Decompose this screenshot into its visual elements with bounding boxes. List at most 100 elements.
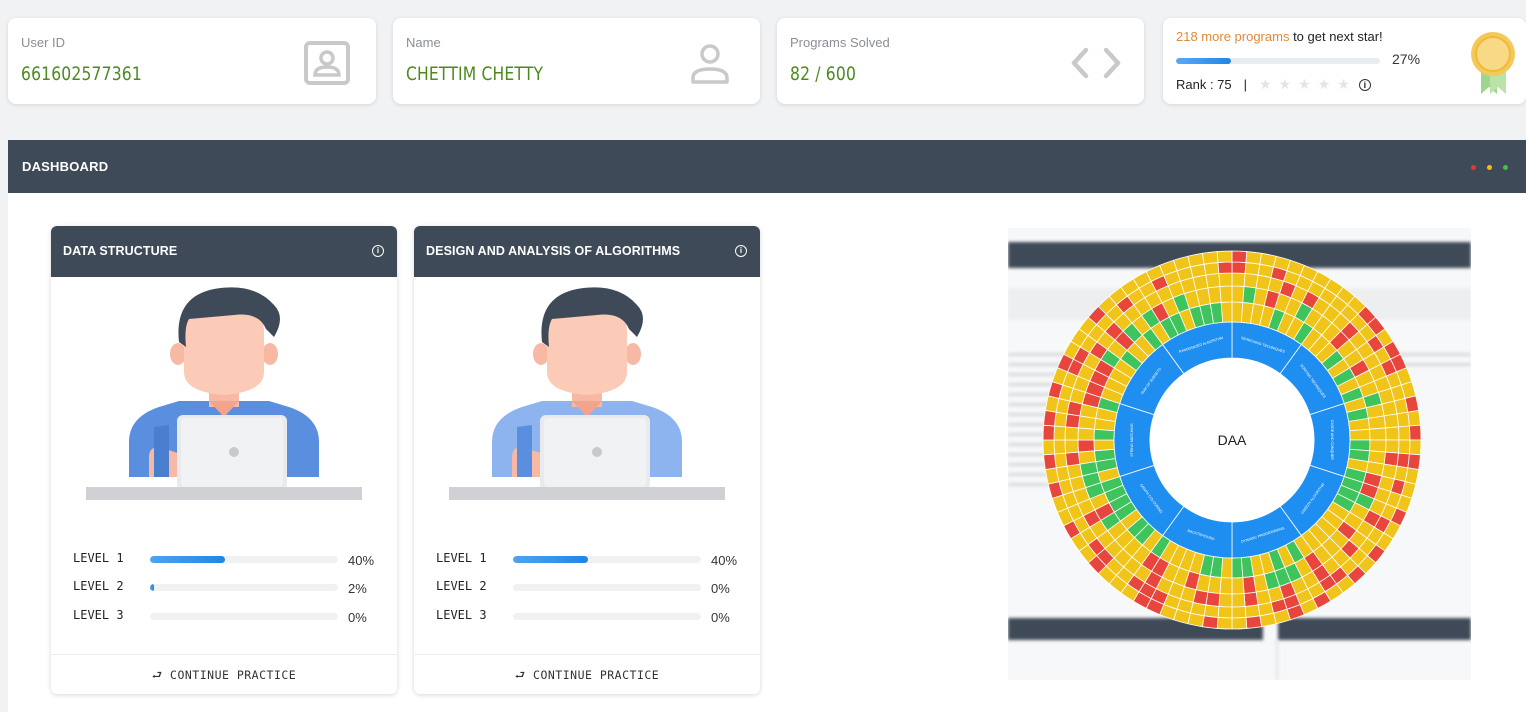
sunburst-problem-cell xyxy=(1093,439,1115,452)
sunburst-problem-cell xyxy=(1054,411,1068,428)
sunburst-topic-label: STRING MATCHING xyxy=(1130,423,1134,457)
course-card-footer: ⮐ CONTINUE PRACTICE xyxy=(414,654,760,694)
student-laptop-illustration xyxy=(449,287,725,500)
next-star-text: to get next star! xyxy=(1289,29,1383,44)
sunburst-problem-cell xyxy=(1203,262,1220,276)
rank-card: 218 more programs to get next star! 27% … xyxy=(1163,18,1526,104)
sunburst-problem-cell xyxy=(1201,615,1219,629)
user-icon xyxy=(691,44,729,84)
sunburst-problem-cell xyxy=(1231,261,1247,274)
level-progress-fill xyxy=(513,556,589,563)
level-percent: 0% xyxy=(711,581,730,596)
level-label: LEVEL 2 xyxy=(73,579,124,593)
level-progress-bar xyxy=(150,584,338,591)
sunburst-problem-cell xyxy=(1044,467,1060,485)
course-title: DATA STRUCTURE xyxy=(63,244,178,258)
sunburst-problem-cell xyxy=(1385,439,1400,454)
sunburst-problem-cell xyxy=(1042,439,1055,456)
sunburst-problem-cell xyxy=(1383,413,1399,429)
course-info-icon[interactable]: i xyxy=(372,245,384,257)
sunburst-problem-cell xyxy=(1243,273,1259,289)
star-rating: ★ ★ ★ ★ ★ xyxy=(1259,76,1357,93)
sunburst-problem-cell xyxy=(1245,615,1263,629)
programs-solved-card: Programs Solved 82 / 600 xyxy=(777,18,1144,104)
level-progress-fill xyxy=(150,556,226,563)
level-percent: 0% xyxy=(348,610,367,625)
level-percent: 40% xyxy=(348,553,375,568)
continue-practice-button[interactable]: ⮐ CONTINUE PRACTICE xyxy=(51,668,397,687)
sunburst-problem-cell xyxy=(1245,251,1263,265)
rank-info-icon[interactable]: i xyxy=(1358,78,1371,91)
sunburst-problem-cell xyxy=(1407,409,1421,427)
sunburst-problem-cell xyxy=(1219,285,1233,303)
star-icon: ★ xyxy=(1259,76,1272,92)
sunburst-problem-cell xyxy=(1053,439,1066,455)
sunburst-problem-cell xyxy=(1064,439,1079,454)
sunburst-problem-cell xyxy=(1216,617,1233,630)
course-card-header: DATA STRUCTURE i xyxy=(51,226,397,277)
sunburst-problem-cell xyxy=(1231,617,1248,630)
student-laptop-illustration xyxy=(86,287,362,500)
sunburst-problem-cell xyxy=(1217,606,1233,619)
sunburst-center-label: DAA xyxy=(1218,432,1247,448)
sunburst-problem-cell xyxy=(1064,426,1079,441)
course-card-data-structure: DATA STRUCTURE i LEVEL 1 40% LEVEL 2 2% … xyxy=(51,226,397,694)
dashboard-header: DASHBOARD xyxy=(8,140,1526,193)
dashboard-title: DASHBOARD xyxy=(22,159,109,174)
sunburst-problem-cell xyxy=(1244,262,1261,276)
sunburst-problem-cell xyxy=(1231,606,1247,619)
sunburst-problem-cell xyxy=(1369,427,1387,441)
user-id-value: 661602577361 xyxy=(21,63,142,85)
sunburst-problem-cell xyxy=(1231,593,1246,608)
course-card-footer: ⮐ CONTINUE PRACTICE xyxy=(51,654,397,694)
level-percent: 40% xyxy=(711,553,738,568)
sunburst-problem-cell xyxy=(1053,425,1066,441)
code-icon xyxy=(1071,47,1121,79)
window-dot-yellow xyxy=(1487,165,1492,170)
id-card-icon xyxy=(304,41,350,85)
sunburst-problem-cell xyxy=(1396,452,1410,469)
next-star-message: 218 more programs to get next star! xyxy=(1176,29,1383,44)
sunburst-problem-cell xyxy=(1217,261,1233,274)
level-progress-bar xyxy=(513,613,701,620)
rank-row: Rank : 75 | ★ ★ ★ ★ ★ i xyxy=(1176,76,1371,93)
sunburst-problem-cell xyxy=(1205,273,1221,289)
sunburst-problem-cell xyxy=(1043,453,1057,471)
programs-solved-label: Programs Solved xyxy=(790,35,890,50)
level-label: LEVEL 3 xyxy=(436,608,487,622)
sunburst-problem-cell xyxy=(1259,612,1277,628)
sunburst-problem-cell xyxy=(1203,604,1220,618)
programs-solved-value: 82 / 600 xyxy=(790,63,857,85)
sunburst-problem-cell xyxy=(1054,452,1068,469)
sunburst-problem-cell xyxy=(1407,453,1421,471)
rank-separator: | xyxy=(1243,77,1248,92)
sunburst-problem-cell xyxy=(1065,413,1081,429)
user-id-label: User ID xyxy=(21,35,66,50)
user-id-card: User ID 661602577361 xyxy=(8,18,376,104)
sunburst-problem-cell xyxy=(1077,439,1095,453)
level-progress-fill xyxy=(150,584,154,591)
course-info-icon[interactable]: i xyxy=(735,245,747,257)
sunburst-problem-cell xyxy=(1231,272,1246,287)
sunburst-problem-cell xyxy=(1231,250,1248,263)
sunburst-problem-cell xyxy=(1367,415,1386,430)
star-icon: ★ xyxy=(1337,76,1350,92)
sunburst-problem-cell xyxy=(1187,252,1205,268)
level-label: LEVEL 2 xyxy=(436,579,487,593)
level-label: LEVEL 3 xyxy=(73,608,124,622)
sunburst-problem-cell xyxy=(1398,425,1411,441)
star-progress-percent: 27% xyxy=(1392,51,1421,67)
sunburst-problem-cell xyxy=(1243,591,1259,607)
sunburst-problem-cell xyxy=(1231,557,1244,579)
window-dot-green xyxy=(1503,165,1508,170)
name-label: Name xyxy=(406,35,441,50)
sunburst-problem-cell xyxy=(1218,593,1233,608)
window-dot-red xyxy=(1471,165,1476,170)
continue-practice-button[interactable]: ⮐ CONTINUE PRACTICE xyxy=(414,668,760,687)
sunburst-problem-cell xyxy=(1404,395,1420,413)
level-percent: 2% xyxy=(348,581,367,596)
sunburst-problem-cell xyxy=(1077,427,1095,441)
sunburst-problem-cell xyxy=(1220,301,1233,323)
sunburst-topic-segment xyxy=(1309,403,1351,477)
sunburst-problem-cell xyxy=(1244,604,1261,618)
